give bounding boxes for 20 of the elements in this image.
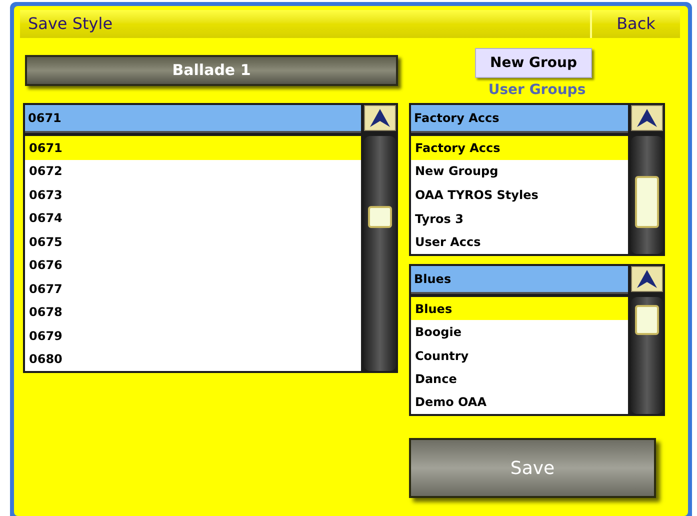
scrollbar-thumb[interactable] <box>635 176 659 228</box>
user-groups-label: User Groups <box>488 81 586 100</box>
window-title: Save Style <box>27 13 114 35</box>
list-item[interactable]: 0671 <box>25 136 361 160</box>
list-item[interactable]: Factory Accs <box>411 136 628 160</box>
scroll-up-button[interactable] <box>631 105 663 131</box>
arrow-up-icon <box>636 269 658 289</box>
back-button[interactable]: Back <box>590 10 680 38</box>
selection-field[interactable]: Factory Accs <box>411 105 628 133</box>
arrow-up-icon <box>636 108 658 128</box>
scrollbar-thumb[interactable] <box>635 305 659 335</box>
style-name-button[interactable]: Ballade 1 <box>25 55 398 86</box>
scroll-up-button[interactable] <box>364 105 396 131</box>
scrollbar-thumb[interactable] <box>368 206 392 228</box>
new-group-button[interactable]: New Group <box>475 48 592 78</box>
selection-field[interactable]: Blues <box>411 266 628 294</box>
selection-field[interactable]: 0671 <box>25 105 361 133</box>
scroll-up-button[interactable] <box>631 266 663 292</box>
arrow-up-icon <box>369 108 391 128</box>
list-item[interactable]: Blues <box>411 297 628 320</box>
